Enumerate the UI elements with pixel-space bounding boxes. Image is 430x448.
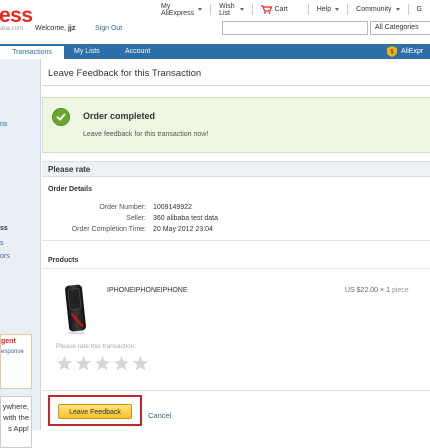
aliexpress-tab[interactable]: AliExpr bbox=[401, 44, 423, 59]
divider bbox=[42, 268, 430, 269]
price-value: US $22.00 bbox=[345, 287, 379, 294]
order-number-label: Order Number: bbox=[99, 204, 146, 211]
rate-title: Please rate bbox=[48, 165, 91, 174]
my-aliexpress-menu[interactable]: My AliExpress bbox=[153, 2, 210, 17]
app-promo-line: with the bbox=[3, 413, 29, 422]
response-label: esponse bbox=[1, 349, 24, 355]
community-label: Community bbox=[356, 6, 392, 13]
my-aliexpress-label: My AliExpress bbox=[161, 2, 195, 17]
top-header: ess aba.com Welcome, jjz Sign Out My Ali… bbox=[0, 0, 430, 42]
star-icon[interactable] bbox=[113, 355, 130, 372]
success-subtitle: Leave feedback for this transaction now! bbox=[83, 131, 209, 138]
completion-time-label: Order Completion Time: bbox=[71, 226, 146, 233]
welcome-prefix: Welcome, bbox=[35, 25, 66, 32]
sidebar-item-ss[interactable]: ss bbox=[0, 225, 8, 232]
success-title: Order completed bbox=[83, 111, 156, 121]
rate-section-header: Please rate bbox=[42, 161, 430, 177]
username: jjz bbox=[67, 25, 76, 32]
left-sidebar: ns ss s ors gent esponse ywhere, with th… bbox=[0, 59, 41, 448]
star-icon[interactable] bbox=[56, 355, 73, 372]
tab-account[interactable]: Account bbox=[125, 44, 150, 59]
chevron-down-icon bbox=[198, 8, 203, 11]
seller-label: Seller: bbox=[126, 215, 146, 222]
cart-icon bbox=[260, 5, 272, 14]
star-icon[interactable] bbox=[94, 355, 111, 372]
app-promo-banner[interactable]: ywhere, with the s App! bbox=[0, 396, 32, 448]
sidebar-item-s[interactable]: s bbox=[0, 240, 4, 247]
community-menu[interactable]: Community bbox=[347, 4, 407, 15]
logo-subtitle: aba.com bbox=[0, 26, 24, 32]
account-nav-bar: Transactions My Lists Account $ AliExpr bbox=[0, 44, 430, 59]
checkmark-icon bbox=[52, 108, 70, 126]
chevron-down-icon bbox=[335, 8, 340, 11]
chevron-down-icon bbox=[239, 8, 244, 11]
star-icon[interactable] bbox=[75, 355, 92, 372]
sidebar-item-ns[interactable]: ns bbox=[0, 121, 7, 128]
order-number-value: 1009149922 bbox=[153, 204, 192, 211]
tab-transactions[interactable]: Transactions bbox=[0, 44, 64, 59]
wish-list-label: Wish List bbox=[219, 2, 235, 17]
cancel-link[interactable]: Cancel bbox=[148, 411, 171, 420]
order-details-heading: Order Details bbox=[48, 186, 92, 193]
chevron-down-icon bbox=[395, 8, 400, 11]
unit-label: piece bbox=[391, 287, 409, 294]
agent-promo-box[interactable]: gent esponse bbox=[0, 334, 32, 389]
aliexpress-logo[interactable]: ess bbox=[0, 4, 33, 28]
sign-out-link[interactable]: Sign Out bbox=[95, 25, 122, 32]
divider bbox=[42, 85, 430, 86]
app-promo-line: ywhere, bbox=[2, 402, 29, 411]
star-icon[interactable] bbox=[132, 355, 149, 372]
divider bbox=[42, 390, 430, 391]
cart-label: Cart bbox=[274, 6, 288, 13]
completion-time-value: 20 May 2012 23:04 bbox=[153, 226, 213, 233]
top-navigation: My AliExpress Wish List Cart Help Commun… bbox=[153, 2, 430, 17]
page-title: Leave Feedback for this Transaction bbox=[48, 68, 202, 79]
tab-my-lists[interactable]: My Lists bbox=[74, 44, 100, 59]
leave-feedback-button[interactable]: Leave Feedback bbox=[58, 404, 132, 419]
welcome-message: Welcome, jjz bbox=[35, 25, 75, 32]
wish-list-menu[interactable]: Wish List bbox=[210, 2, 251, 17]
product-name[interactable]: IPHONEIPHONEIPHONE bbox=[107, 287, 188, 294]
help-label: Help bbox=[316, 6, 332, 13]
category-select[interactable]: All Categories bbox=[370, 21, 430, 35]
seller-value: 360 alibaba test data bbox=[153, 215, 218, 222]
language-label: G bbox=[416, 6, 422, 13]
app-promo-line: s App! bbox=[8, 424, 29, 433]
cart-link[interactable]: Cart bbox=[251, 4, 296, 15]
product-price: US $22.00 × 1 piece bbox=[345, 287, 409, 294]
product-phone-image[interactable] bbox=[60, 283, 92, 335]
star-rating[interactable] bbox=[56, 355, 149, 372]
help-menu[interactable]: Help bbox=[307, 4, 347, 15]
products-heading: Products bbox=[48, 257, 79, 264]
aliexpress-badge-icon: $ bbox=[387, 46, 397, 57]
divider bbox=[42, 240, 430, 241]
rate-prompt: Please rate this transaction: bbox=[56, 343, 137, 350]
language-menu[interactable]: G bbox=[407, 4, 430, 15]
success-message-box: Order completed Leave feedback for this … bbox=[42, 97, 430, 153]
sidebar-item-ors[interactable]: ors bbox=[0, 253, 10, 260]
quantity-value: × 1 bbox=[380, 287, 390, 294]
agent-label: gent bbox=[1, 338, 16, 345]
search-input[interactable] bbox=[222, 21, 368, 35]
